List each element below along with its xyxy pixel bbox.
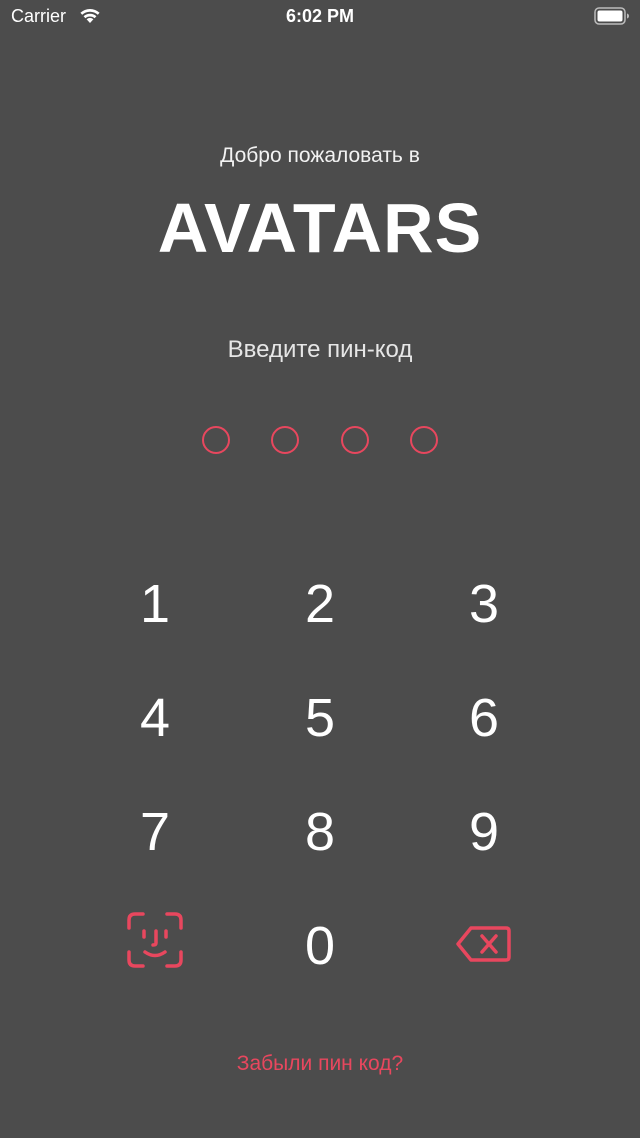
status-bar: Carrier 6:02 PM — [0, 0, 640, 34]
face-id-button[interactable] — [95, 901, 215, 991]
forgot-pin-link[interactable]: Забыли пин код? — [0, 1052, 640, 1076]
pin-indicator — [0, 426, 640, 458]
welcome-text: Добро пожаловать в — [220, 144, 420, 167]
key-2[interactable]: 2 — [260, 559, 380, 649]
status-time: 6:02 PM — [285, 6, 355, 26]
pin-dot — [202, 426, 230, 454]
pin-dot — [410, 426, 438, 454]
key-5[interactable]: 5 — [260, 673, 380, 763]
brand-title: AVATARS — [157, 189, 483, 267]
key-3[interactable]: 3 — [424, 559, 544, 649]
pin-prompt: Введите пин-код — [227, 336, 413, 363]
face-id-icon — [127, 911, 183, 981]
key-7[interactable]: 7 — [95, 787, 215, 877]
delete-button[interactable] — [424, 901, 544, 991]
key-8[interactable]: 8 — [260, 787, 380, 877]
key-0[interactable]: 0 — [260, 901, 380, 991]
pin-dot — [271, 426, 299, 454]
pin-dot — [341, 426, 369, 454]
key-4[interactable]: 4 — [95, 673, 215, 763]
key-6[interactable]: 6 — [424, 673, 544, 763]
key-9[interactable]: 9 — [424, 787, 544, 877]
key-1[interactable]: 1 — [95, 559, 215, 649]
battery-icon — [594, 7, 630, 30]
backspace-icon — [456, 915, 512, 977]
